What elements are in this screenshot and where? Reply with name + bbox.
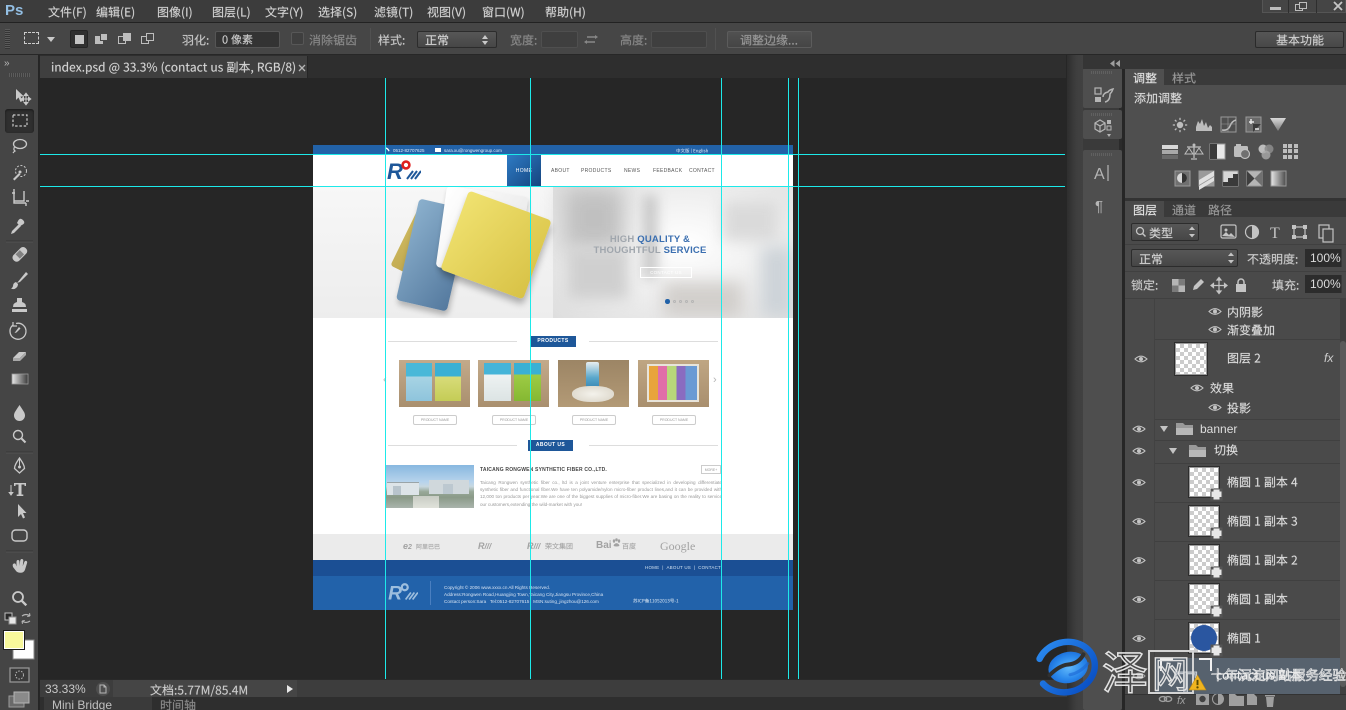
svg-text:R: R bbox=[388, 584, 402, 604]
svg-text:A: A bbox=[1094, 166, 1105, 183]
svg-text:T: T bbox=[1270, 225, 1280, 242]
svg-text:R: R bbox=[387, 159, 403, 183]
svg-text:¶: ¶ bbox=[1095, 198, 1103, 215]
